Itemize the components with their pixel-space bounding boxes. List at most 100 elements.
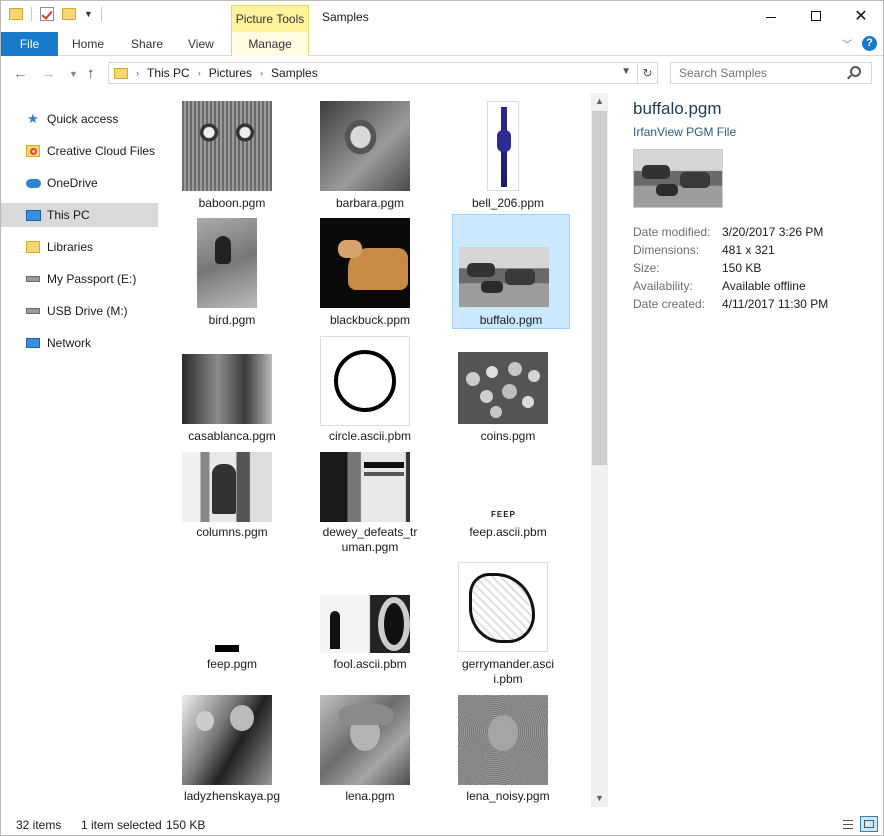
sidebar-item-this-pc[interactable]: This PC [1, 203, 158, 227]
sidebar-item-label: This PC [47, 208, 90, 222]
search-icon[interactable] [850, 66, 861, 77]
up-button[interactable]: ↑ [87, 65, 95, 82]
property-value[interactable]: Available offline [722, 277, 806, 295]
close-button[interactable]: ✕ [838, 1, 884, 31]
file-item-columns[interactable]: columns.pgm [173, 447, 291, 557]
breadcrumb-samples[interactable]: Samples [271, 66, 318, 80]
file-item-ladyzhenskaya[interactable]: ladyzhenskaya.pg m [173, 687, 291, 807]
chevron-right-icon[interactable]: › [198, 68, 201, 78]
file-item-fool[interactable]: fool.ascii.pbm [311, 557, 429, 687]
scroll-down-icon[interactable]: ▼ [591, 790, 608, 807]
property-value[interactable]: 4/11/2017 11:30 PM [722, 295, 828, 313]
new-folder-icon[interactable] [62, 8, 76, 20]
sidebar-item-quick-access[interactable]: ★ Quick access [1, 107, 158, 131]
scroll-up-icon[interactable]: ▲ [591, 93, 608, 110]
ribbon-tabs: File Home Share View Manage ﹀ ? [1, 32, 883, 56]
sidebar-item-usb-drive[interactable]: USB Drive (M:) [1, 299, 158, 323]
file-name: dewey_defeats_tr [322, 525, 418, 539]
sidebar-item-network[interactable]: Network [1, 331, 158, 355]
file-name: buffalo.pgm [479, 313, 543, 327]
property-row: Size: 150 KB [633, 259, 873, 277]
property-key: Date modified: [633, 225, 711, 239]
selection-size: 150 KB [166, 818, 206, 832]
chevron-right-icon[interactable]: › [136, 68, 139, 78]
address-bar[interactable]: › This PC › Pictures › Samples ▼ ↻ [108, 62, 658, 84]
file-name: uman.pgm [341, 540, 399, 554]
property-key: Availability: [633, 279, 693, 293]
file-item-dewey[interactable]: dewey_defeats_tr uman.pgm [311, 447, 429, 557]
sidebar-item-onedrive[interactable]: OneDrive [1, 171, 158, 195]
file-item-lena-noisy[interactable]: lena_noisy.pgm [449, 687, 567, 807]
blackbuck-thumbnail [320, 218, 410, 308]
toolbar-divider [31, 7, 32, 21]
search-input[interactable] [670, 62, 872, 84]
sidebar-item-label: Network [47, 336, 92, 350]
properties-icon[interactable] [40, 7, 54, 21]
recent-locations-icon[interactable]: ▼ [69, 69, 78, 79]
breadcrumb-this-pc[interactable]: This PC [147, 66, 190, 80]
sidebar-item-creative-cloud[interactable]: Creative Cloud Files [1, 139, 158, 163]
ladyzhenskaya-thumbnail [182, 695, 272, 785]
file-item-feep-ascii[interactable]: FEEP feep.ascii.pbm [449, 447, 567, 557]
drive-icon [25, 271, 41, 287]
network-icon [25, 335, 41, 351]
file-item-circle[interactable]: circle.ascii.pbm [311, 331, 429, 447]
file-item-coins[interactable]: coins.pgm [449, 331, 567, 447]
tab-view[interactable]: View [188, 32, 214, 56]
baboon-thumbnail [182, 101, 272, 191]
file-name: gerrymander.asci [461, 657, 555, 671]
close-icon: ✕ [854, 8, 868, 25]
maximize-button[interactable] [793, 1, 839, 31]
file-item-casablanca[interactable]: casablanca.pgm [173, 331, 291, 447]
property-value[interactable]: 481 x 321 [722, 241, 775, 259]
help-icon[interactable]: ? [862, 36, 877, 51]
tab-home[interactable]: Home [72, 32, 104, 56]
property-value[interactable]: 3/20/2017 3:26 PM [722, 223, 823, 241]
property-value[interactable]: 150 KB [722, 259, 761, 277]
file-item-feep[interactable]: feep.pgm [173, 557, 291, 687]
customize-toolbar-icon[interactable]: ▼ [84, 9, 93, 19]
file-item-blackbuck[interactable]: blackbuck.ppm [311, 213, 429, 331]
usb-drive-icon [25, 303, 41, 319]
back-button[interactable]: ← [13, 65, 28, 82]
vertical-scrollbar[interactable]: ▲ ▼ [591, 93, 608, 807]
sidebar-item-my-passport[interactable]: My Passport (E:) [1, 267, 158, 291]
property-row: Date modified: 3/20/2017 3:26 PM [633, 223, 873, 241]
file-item-bell-206[interactable]: bell_206.ppm [449, 93, 567, 213]
chevron-right-icon[interactable]: › [260, 68, 263, 78]
file-item-lena[interactable]: lena.pgm [311, 687, 429, 807]
coins-thumbnail [458, 352, 548, 424]
tab-file[interactable]: File [1, 32, 58, 56]
file-name: barbara.pgm [335, 196, 405, 210]
details-properties: Date modified: 3/20/2017 3:26 PM Dimensi… [633, 223, 873, 313]
file-name: m [173, 804, 291, 807]
forward-button[interactable]: → [41, 65, 56, 82]
file-item-buffalo[interactable]: buffalo.pgm [452, 214, 570, 329]
tab-manage[interactable]: Manage [231, 32, 309, 56]
expand-ribbon-icon[interactable]: ﹀ [842, 36, 852, 51]
property-key: Date created: [633, 297, 706, 311]
file-item-gerrymander[interactable]: gerrymander.asci i.pbm [449, 557, 567, 687]
navigation-bar: ← → ▼ ↑ › This PC › Pictures › Samples ▼… [1, 57, 883, 89]
sidebar-item-libraries[interactable]: Libraries [1, 235, 158, 259]
file-item-baboon[interactable]: baboon.pgm [173, 93, 291, 213]
refresh-icon[interactable]: ↻ [637, 63, 657, 83]
feep-ascii-thumbnail: FEEP [491, 510, 515, 520]
minimize-button[interactable] [748, 1, 794, 31]
folder-icon [114, 67, 128, 79]
file-item-bird[interactable]: bird.pgm [173, 213, 291, 331]
breadcrumb-pictures[interactable]: Pictures [209, 66, 252, 80]
file-item-barbara[interactable]: barbara.pgm [311, 93, 429, 213]
scrollbar-thumb[interactable] [592, 111, 607, 465]
file-name: feep.pgm [206, 657, 258, 671]
selection-count: 1 item selected [81, 818, 162, 832]
lena-noisy-thumbnail [458, 695, 548, 785]
minimize-icon [766, 16, 776, 18]
large-icons-view-button[interactable] [860, 816, 878, 832]
barbara-thumbnail [320, 101, 410, 191]
tab-share[interactable]: Share [131, 32, 163, 56]
details-view-button[interactable] [839, 816, 857, 832]
file-name: columns.pgm [196, 525, 268, 539]
address-dropdown-icon[interactable]: ▼ [621, 66, 631, 77]
folder-icon [9, 8, 23, 20]
